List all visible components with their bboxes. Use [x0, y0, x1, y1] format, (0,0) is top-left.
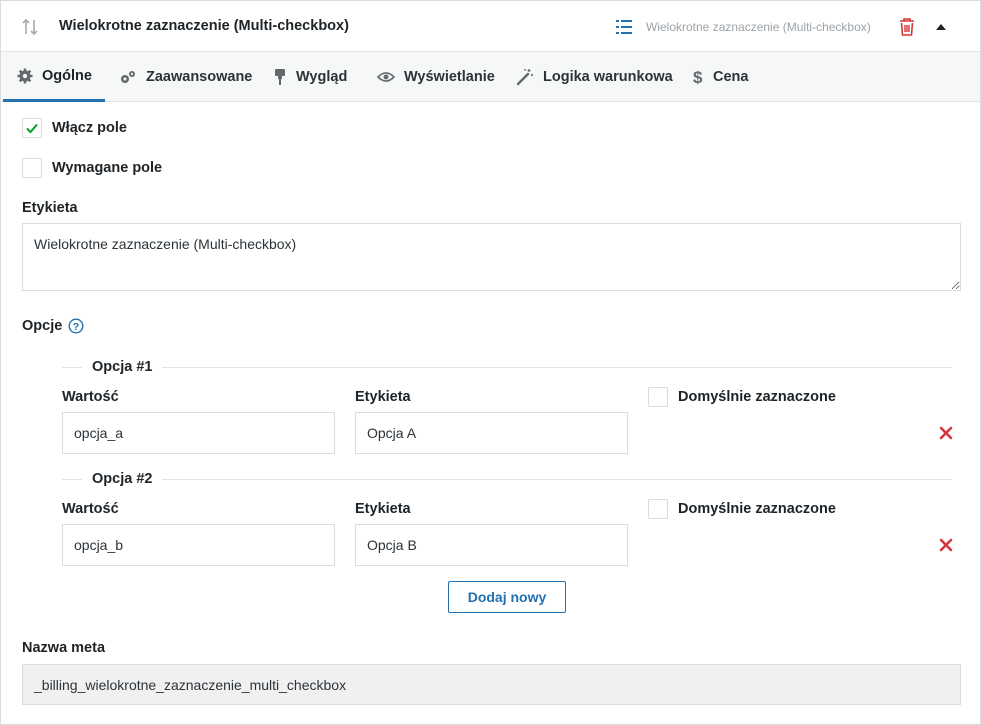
required-field-label: Wymagane pole — [52, 160, 163, 176]
option-1-label-input[interactable]: Opcja A — [355, 412, 628, 454]
checkmark-icon — [26, 123, 38, 134]
option-1-title: Opcja #1 — [82, 359, 163, 375]
option-2-value-label: Wartość — [62, 501, 119, 517]
option-2-label-input[interactable]: Opcja B — [355, 524, 628, 566]
tab-zaawansowane[interactable]: Zaawansowane — [119, 52, 252, 102]
option-1-value-input[interactable]: opcja_a — [62, 412, 335, 454]
enable-field-checkbox[interactable] — [22, 118, 42, 138]
meta-name-input[interactable]: _billing_wielokrotne_zaznaczenie_multi_c… — [22, 664, 961, 705]
option-2-default-checkbox[interactable] — [648, 499, 668, 519]
option-2-value-input[interactable]: opcja_b — [62, 524, 335, 566]
caret-up-icon[interactable] — [931, 17, 951, 37]
option-divider — [62, 479, 952, 480]
tab-label: Zaawansowane — [146, 69, 253, 85]
field-title: Wielokrotne zaznaczenie (Multi-checkbox) — [59, 18, 349, 34]
svg-text:?: ? — [73, 321, 79, 333]
field-settings-panel: Wielokrotne zaznaczenie (Multi-checkbox)… — [0, 0, 981, 725]
gear-icon — [17, 68, 33, 83]
tab-wyswietlanie[interactable]: Wyświetlanie — [377, 52, 495, 102]
tab-wyglad[interactable]: Wygląd — [273, 52, 347, 102]
tab-cena[interactable]: $ Cena — [692, 52, 748, 102]
enable-field-label: Włącz pole — [52, 120, 127, 136]
label-textarea[interactable]: Wielokrotne zaznaczenie (Multi-checkbox) — [22, 223, 961, 291]
tab-label: Wyświetlanie — [404, 69, 495, 85]
required-field-checkbox[interactable] — [22, 158, 42, 178]
gears-icon — [121, 71, 135, 83]
option-1-remove-icon[interactable] — [939, 426, 953, 440]
option-1-value-label: Wartość — [62, 389, 119, 405]
option-1-label-label: Etykieta — [355, 389, 411, 405]
option-2-title: Opcja #2 — [82, 471, 163, 487]
help-icon[interactable]: ? — [68, 318, 84, 334]
list-icon — [616, 20, 632, 34]
tab-label: Ogólne — [42, 67, 92, 84]
option-1-default-checkbox[interactable] — [648, 387, 668, 407]
options-heading: Opcje — [22, 318, 63, 334]
tab-logika-warunkowa[interactable]: Logika warunkowa — [516, 52, 673, 102]
option-2-label-label: Etykieta — [355, 501, 411, 517]
tab-label: Cena — [713, 69, 749, 85]
option-2-remove-icon[interactable] — [939, 538, 953, 552]
magic-wand-icon — [516, 69, 533, 86]
option-divider — [62, 367, 952, 368]
svg-text:$: $ — [693, 68, 703, 86]
field-type-label: Wielokrotne zaznaczenie (Multi-checkbox) — [646, 20, 871, 34]
tab-ogolne[interactable]: Ogólne — [3, 52, 105, 102]
meta-name-heading: Nazwa meta — [22, 640, 106, 656]
paint-roller-icon — [275, 69, 285, 85]
tab-bar: Ogólne Zaawansowane Wygląd Wyświetlanie — [1, 52, 980, 102]
tab-label: Wygląd — [296, 69, 348, 85]
sort-arrows-icon[interactable] — [21, 17, 39, 37]
add-new-button[interactable]: Dodaj nowy — [448, 581, 566, 613]
option-1-default-label: Domyślnie zaznaczone — [678, 389, 836, 405]
option-2-default-label: Domyślnie zaznaczone — [678, 501, 836, 517]
dollar-icon: $ — [693, 68, 703, 86]
eye-icon — [377, 72, 395, 82]
field-header[interactable]: Wielokrotne zaznaczenie (Multi-checkbox)… — [1, 1, 980, 52]
label-heading: Etykieta — [22, 200, 78, 216]
trash-icon[interactable] — [898, 17, 916, 37]
tab-label: Logika warunkowa — [543, 69, 673, 85]
